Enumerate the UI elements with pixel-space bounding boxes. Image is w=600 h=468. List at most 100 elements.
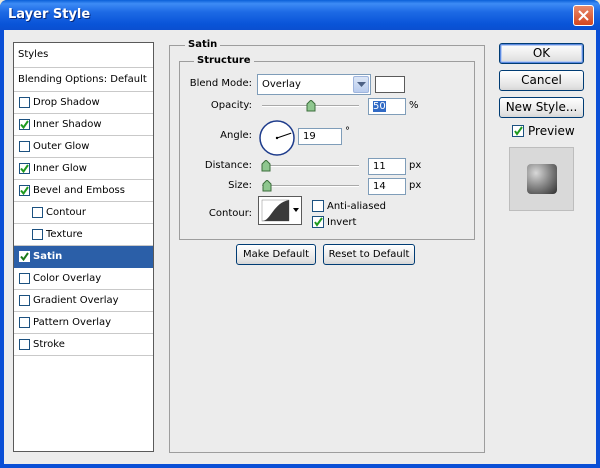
style-item-bevel-and-emboss[interactable]: Bevel and Emboss xyxy=(14,180,153,202)
distance-input[interactable]: 11 xyxy=(368,158,406,175)
style-item-color-overlay[interactable]: Color Overlay xyxy=(14,268,153,290)
style-item-checkbox[interactable] xyxy=(19,251,30,262)
style-item-contour[interactable]: Contour xyxy=(14,202,153,224)
style-item-checkbox[interactable] xyxy=(32,229,43,240)
anti-aliased-label: Anti-aliased xyxy=(327,201,387,212)
checkmark-icon xyxy=(20,120,29,129)
angle-label: Angle: xyxy=(220,130,252,141)
contour-label: Contour: xyxy=(208,208,252,219)
invert-label: Invert xyxy=(327,217,357,228)
cancel-button[interactable]: Cancel xyxy=(499,70,584,91)
distance-value: 11 xyxy=(373,161,386,172)
style-item-label: Gradient Overlay xyxy=(33,295,119,306)
style-item-checkbox[interactable] xyxy=(19,339,30,350)
preview-thumbnail xyxy=(527,164,557,194)
style-item-stroke[interactable]: Stroke xyxy=(14,334,153,356)
blending-options-item[interactable]: Blending Options: Default xyxy=(14,68,153,92)
style-item-label: Contour xyxy=(46,207,86,218)
ok-button[interactable]: OK xyxy=(499,43,584,64)
close-button[interactable] xyxy=(573,5,594,26)
style-item-label: Pattern Overlay xyxy=(33,317,112,328)
styles-header[interactable]: Styles xyxy=(14,43,153,68)
dialog-body: Styles Blending Options: Default Drop Sh… xyxy=(4,30,596,464)
distance-label: Distance: xyxy=(204,160,252,171)
style-item-texture[interactable]: Texture xyxy=(14,224,153,246)
style-item-inner-shadow[interactable]: Inner Shadow xyxy=(14,114,153,136)
style-item-checkbox[interactable] xyxy=(32,207,43,218)
style-item-checkbox[interactable] xyxy=(19,97,30,108)
style-item-pattern-overlay[interactable]: Pattern Overlay xyxy=(14,312,153,334)
style-item-checkbox[interactable] xyxy=(19,141,30,152)
cancel-label: Cancel xyxy=(521,73,562,87)
preview-label: Preview xyxy=(528,124,575,138)
contour-curve-icon xyxy=(261,199,299,222)
angle-dial[interactable] xyxy=(259,120,295,156)
style-item-gradient-overlay[interactable]: Gradient Overlay xyxy=(14,290,153,312)
styles-list: Styles Blending Options: Default Drop Sh… xyxy=(13,42,154,452)
checkmark-icon xyxy=(20,252,29,261)
reset-to-default-label: Reset to Default xyxy=(328,249,410,260)
size-slider-thumb[interactable] xyxy=(262,180,272,192)
angle-input[interactable]: 19 xyxy=(298,128,342,145)
chevron-down-icon xyxy=(357,82,366,87)
opacity-label: Opacity: xyxy=(210,100,252,111)
checkmark-icon xyxy=(514,126,523,136)
size-input[interactable]: 14 xyxy=(368,178,406,195)
style-item-checkbox[interactable] xyxy=(19,163,30,174)
size-slider-track[interactable] xyxy=(262,185,359,187)
size-value: 14 xyxy=(373,181,386,192)
checkmark-icon xyxy=(20,164,29,173)
preview-box xyxy=(509,147,574,211)
reset-to-default-button[interactable]: Reset to Default xyxy=(323,244,415,265)
blend-color-swatch[interactable] xyxy=(375,76,405,93)
blend-mode-value: Overlay xyxy=(262,79,301,90)
make-default-button[interactable]: Make Default xyxy=(236,244,316,265)
blend-mode-label: Blend Mode: xyxy=(189,78,252,89)
style-item-checkbox[interactable] xyxy=(19,119,30,130)
opacity-value: 50 xyxy=(373,101,386,112)
blend-mode-dropdown-button[interactable] xyxy=(353,76,369,93)
new-style-button[interactable]: New Style... xyxy=(499,97,584,118)
style-item-label: Drop Shadow xyxy=(33,97,100,108)
distance-unit: px xyxy=(409,160,422,171)
style-item-satin[interactable]: Satin xyxy=(14,246,153,268)
style-item-checkbox[interactable] xyxy=(19,295,30,306)
size-label: Size: xyxy=(228,180,252,191)
style-item-inner-glow[interactable]: Inner Glow xyxy=(14,158,153,180)
style-item-checkbox[interactable] xyxy=(19,317,30,328)
blending-options-label: Blending Options: Default xyxy=(18,74,147,85)
opacity-unit: % xyxy=(409,100,419,111)
style-item-label: Inner Shadow xyxy=(33,119,102,130)
anti-aliased-checkbox[interactable] xyxy=(312,200,324,212)
style-item-label: Satin xyxy=(33,251,63,262)
make-default-label: Make Default xyxy=(242,249,310,260)
satin-group-title: Satin xyxy=(185,39,221,50)
checkmark-icon xyxy=(314,217,323,227)
structure-group-title: Structure xyxy=(194,55,254,66)
layer-style-window: Layer Style Styles Blending Options: Def… xyxy=(0,0,600,468)
blend-mode-select[interactable]: Overlay xyxy=(257,74,371,95)
angle-unit: ° xyxy=(345,126,350,137)
style-item-label: Inner Glow xyxy=(33,163,87,174)
style-item-label: Color Overlay xyxy=(33,273,102,284)
preview-checkbox[interactable] xyxy=(512,125,524,137)
close-icon xyxy=(578,10,589,21)
style-item-checkbox[interactable] xyxy=(19,273,30,284)
style-item-checkbox[interactable] xyxy=(19,185,30,196)
angle-value: 19 xyxy=(303,131,316,142)
ok-label: OK xyxy=(532,46,551,60)
opacity-slider-thumb[interactable] xyxy=(306,100,316,112)
window-title: Layer Style xyxy=(8,7,91,22)
distance-slider-thumb[interactable] xyxy=(261,160,271,172)
style-item-label: Texture xyxy=(46,229,83,240)
style-item-drop-shadow[interactable]: Drop Shadow xyxy=(14,92,153,114)
opacity-input[interactable]: 50 xyxy=(368,98,406,115)
style-item-outer-glow[interactable]: Outer Glow xyxy=(14,136,153,158)
invert-checkbox[interactable] xyxy=(312,216,324,228)
checkmark-icon xyxy=(20,186,29,195)
style-item-label: Bevel and Emboss xyxy=(33,185,125,196)
title-bar[interactable]: Layer Style xyxy=(0,0,600,30)
distance-slider-track[interactable] xyxy=(262,165,359,167)
contour-picker[interactable] xyxy=(258,196,302,225)
style-item-label: Stroke xyxy=(33,339,65,350)
